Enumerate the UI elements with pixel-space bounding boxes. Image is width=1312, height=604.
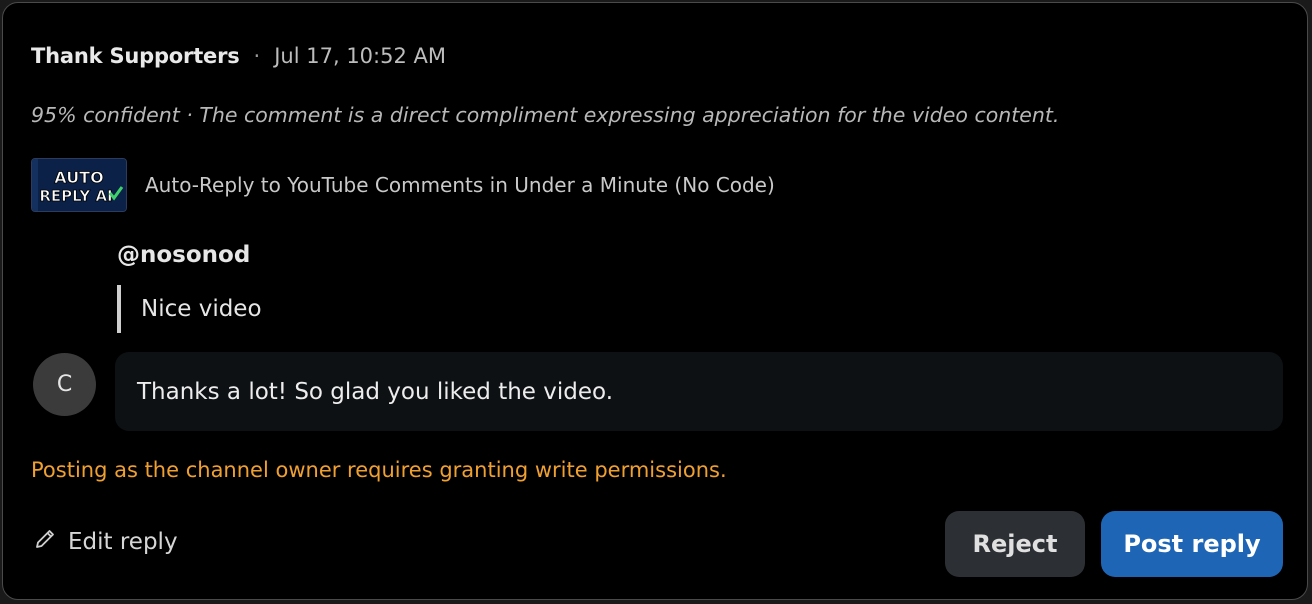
comment-quote: Nice video <box>117 285 262 333</box>
edit-reply-button[interactable]: Edit reply <box>33 527 178 557</box>
reply-card: Thank Supporters · Jul 17, 10:52 AM 95% … <box>2 2 1308 600</box>
header-separator: · <box>253 44 261 68</box>
avatar: C <box>33 353 96 416</box>
comment-author: @nosonod <box>117 242 251 268</box>
video-thumbnail[interactable]: AUTO REPLY AI <box>31 158 127 212</box>
reject-button[interactable]: Reject <box>945 511 1085 577</box>
avatar-initial: C <box>56 372 73 397</box>
card-header: Thank Supporters · Jul 17, 10:52 AM <box>31 41 446 71</box>
pencil-icon <box>33 527 57 557</box>
card-title: Thank Supporters <box>31 44 240 68</box>
edit-reply-label: Edit reply <box>68 529 178 555</box>
thumbnail-logo-image: AUTO REPLY AI <box>32 159 126 211</box>
thumbnail-line-2: REPLY AI <box>39 187 112 205</box>
timestamp: Jul 17, 10:52 AM <box>274 44 446 68</box>
reply-text: Thanks a lot! So glad you liked the vide… <box>137 378 614 405</box>
comment-text: Nice video <box>141 296 262 322</box>
video-title[interactable]: Auto-Reply to YouTube Comments in Under … <box>145 173 775 197</box>
reply-text-box[interactable]: Thanks a lot! So glad you liked the vide… <box>115 352 1283 431</box>
video-reference[interactable]: AUTO REPLY AI Auto-Reply to YouTube Comm… <box>31 158 775 212</box>
confidence-note: 95% confident · The comment is a direct … <box>31 103 1060 127</box>
post-reply-button[interactable]: Post reply <box>1101 511 1283 577</box>
permission-warning: Posting as the channel owner requires gr… <box>31 458 727 482</box>
thumbnail-line-1: AUTO <box>54 168 103 187</box>
